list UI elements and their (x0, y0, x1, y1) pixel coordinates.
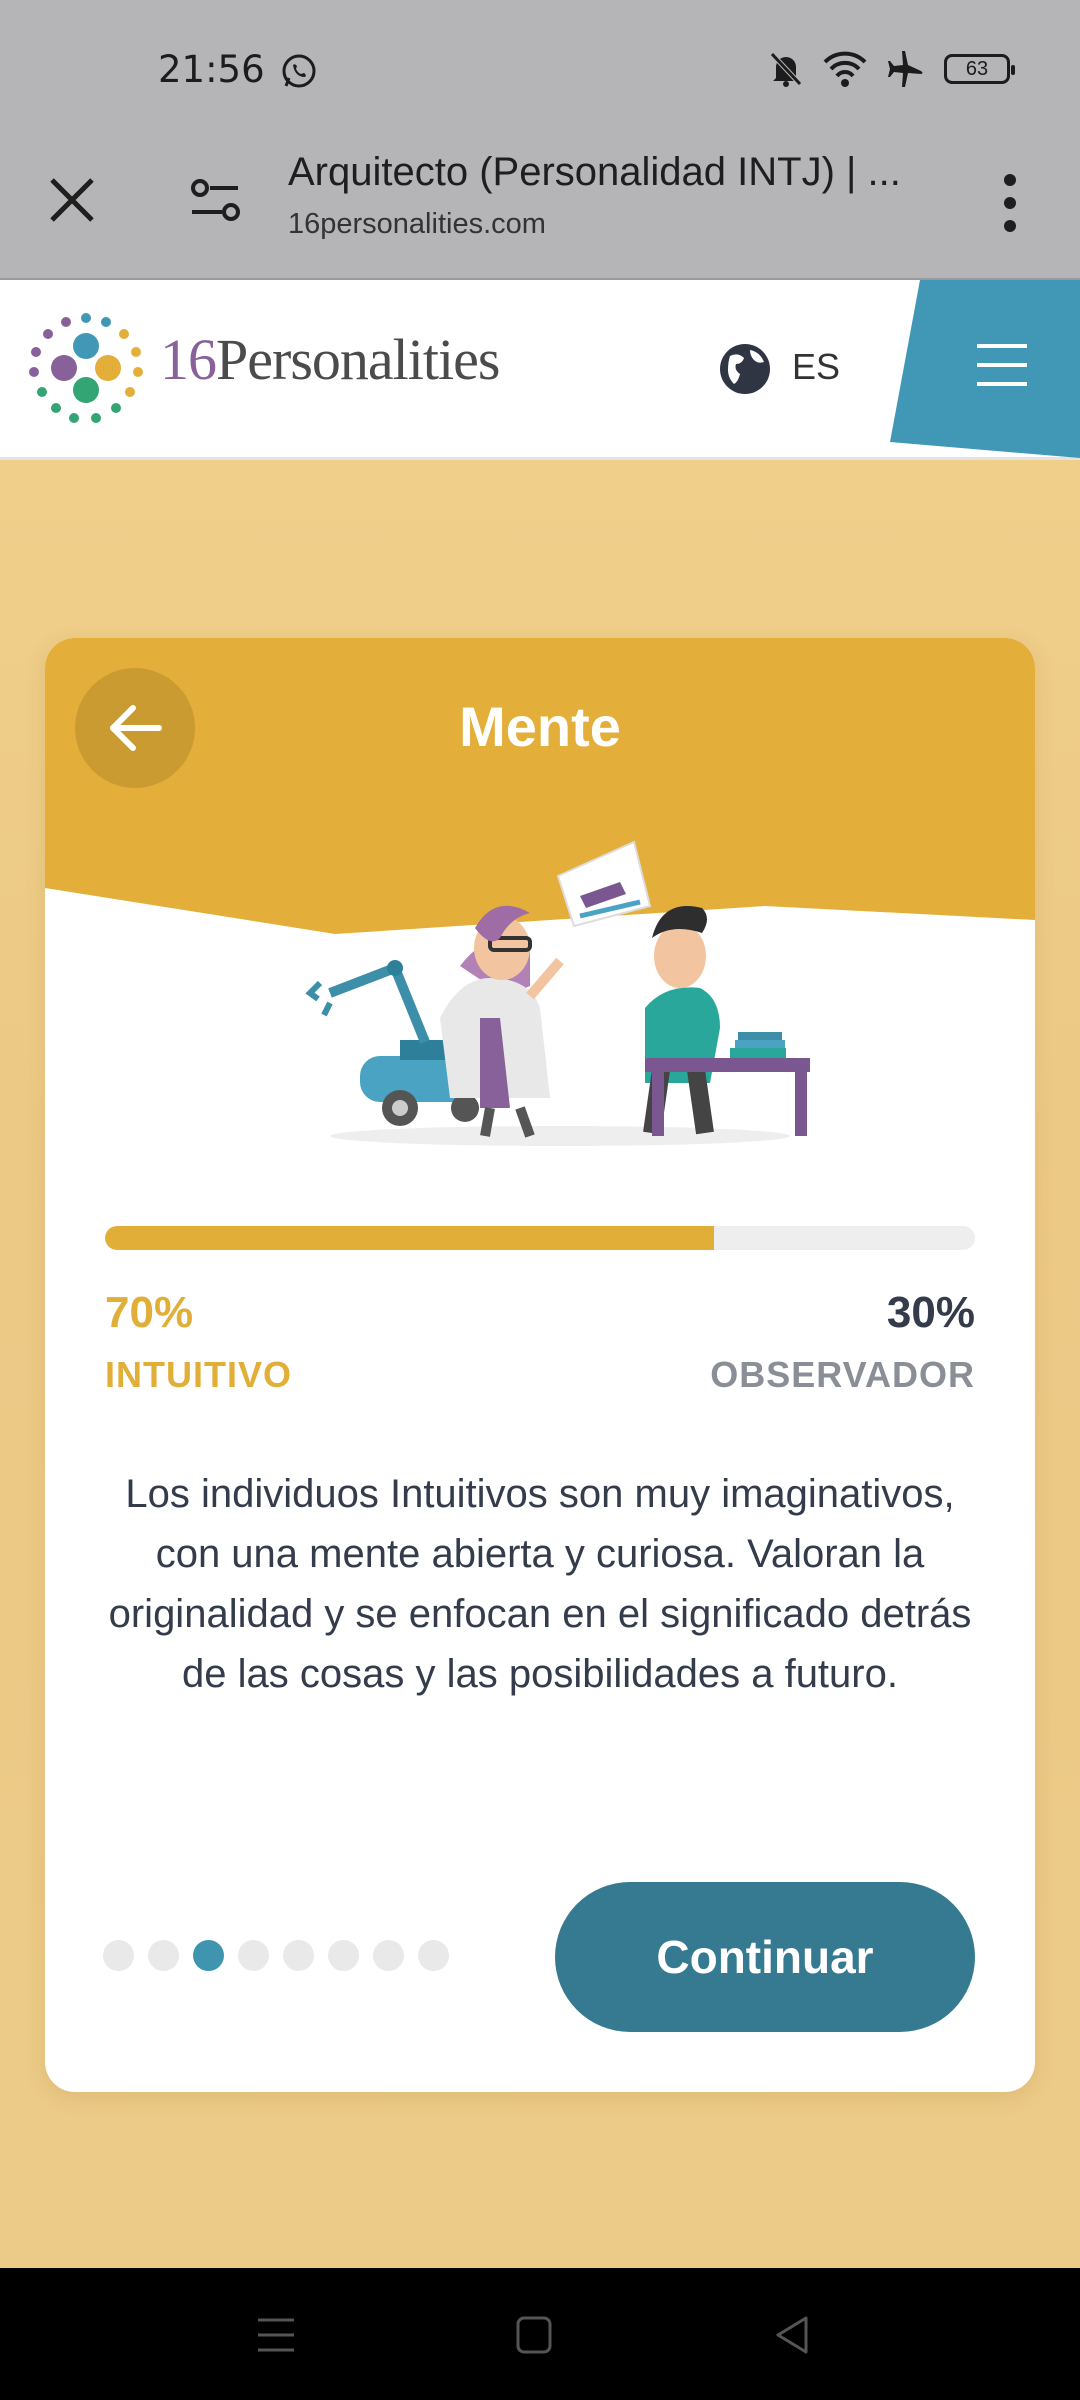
trait-card: Mente 70% 30% INTUITIVO OBSERVADOR Los i… (45, 638, 1035, 2092)
site-logo[interactable]: 16Personalities (160, 326, 500, 393)
pagination-dots (103, 1940, 449, 1971)
battery-icon: 63 (944, 54, 1015, 84)
globe-icon[interactable] (718, 342, 772, 396)
site-settings-icon[interactable] (186, 170, 246, 230)
observant-percent: 30% (886, 1288, 975, 1337)
page-title[interactable]: Arquitecto (Personalidad INTJ) | ... (288, 150, 948, 195)
recent-apps-icon[interactable] (246, 2308, 306, 2362)
continue-button[interactable]: Continuar (555, 1882, 975, 2032)
status-time: 21:56 (158, 48, 265, 91)
logo-number: 16 (160, 327, 217, 392)
observant-label: OBSERVADOR (710, 1354, 975, 1395)
logo-word: Personalities (216, 327, 500, 392)
home-icon[interactable] (504, 2308, 564, 2362)
pagination-dot[interactable] (373, 1940, 404, 1971)
logo-dots-icon[interactable] (26, 308, 146, 428)
more-options-icon[interactable] (990, 168, 1030, 238)
pagination-dot[interactable] (193, 1940, 224, 1971)
airplane-icon (888, 51, 923, 87)
progress-fill-intuitive (105, 1226, 714, 1250)
browser-toolbar: Arquitecto (Personalidad INTJ) | ... 16p… (0, 140, 1080, 280)
trait-description: Los individuos Intuitivos son muy imagin… (108, 1472, 972, 1696)
close-tab-icon[interactable] (42, 170, 102, 230)
intuitive-percent: 70% (105, 1288, 194, 1337)
hamburger-menu-icon[interactable] (975, 340, 1029, 390)
intuitive-label: INTUITIVO (105, 1354, 292, 1395)
pagination-dot[interactable] (103, 1940, 134, 1971)
pagination-dot[interactable] (238, 1940, 269, 1971)
language-selector[interactable]: ES (792, 346, 840, 388)
whatsapp-icon (282, 54, 316, 88)
page-url[interactable]: 16personalities.com (288, 208, 546, 241)
pagination-dot[interactable] (418, 1940, 449, 1971)
pagination-dot[interactable] (148, 1940, 179, 1971)
pagination-dot[interactable] (283, 1940, 314, 1971)
scientists-illustration (305, 840, 810, 1146)
system-nav-bar (0, 2268, 1080, 2400)
status-bar: 21:56 63 (0, 0, 1080, 140)
card-title: Mente (459, 695, 621, 758)
pagination-dot[interactable] (328, 1940, 359, 1971)
back-nav-icon[interactable] (762, 2308, 822, 2362)
bell-off-icon (770, 52, 802, 87)
wifi-icon (823, 51, 867, 87)
status-icons: 63 (768, 50, 1015, 88)
trait-progress-bar (105, 1226, 975, 1250)
